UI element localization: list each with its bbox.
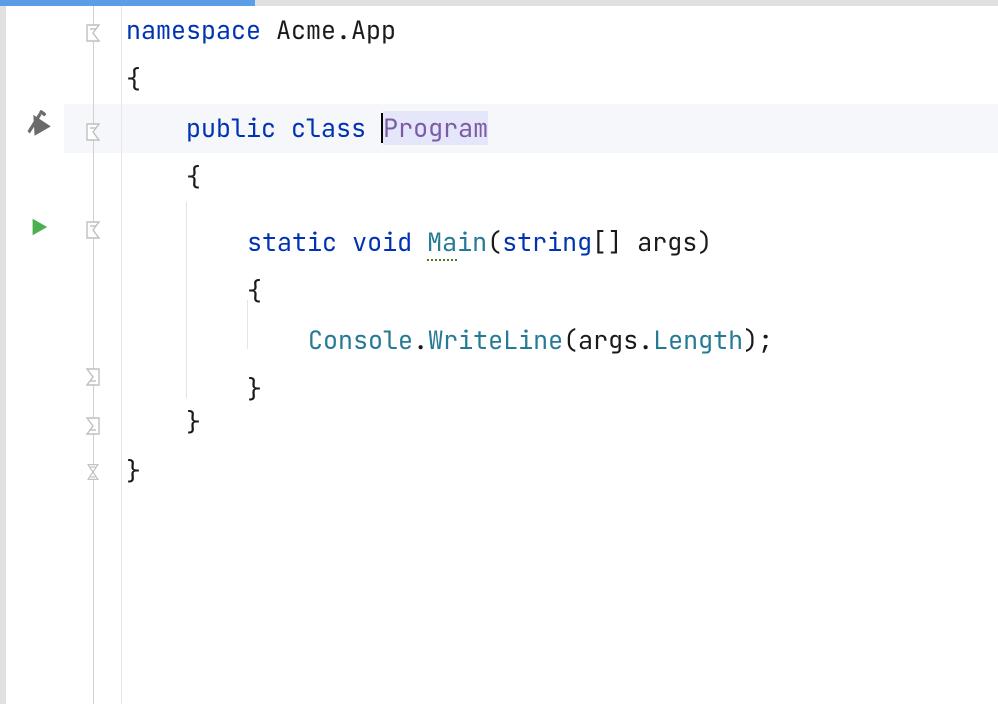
brace-close: } [126,454,141,488]
code-line[interactable]: namespace Acme.App [122,6,998,55]
fold-marker-open[interactable] [84,213,102,231]
code-line[interactable]: } [122,447,998,496]
keyword-public: public [186,111,276,145]
fold-marker-close[interactable] [84,360,102,378]
code-line[interactable]: static void Main(string[] args) [122,202,998,251]
fold-marker-close[interactable] [84,409,102,427]
code-line[interactable]: } [122,349,998,398]
fold-marker-open[interactable] [84,16,102,34]
brace-open: { [186,160,201,194]
build-icon[interactable] [24,109,52,145]
code-area[interactable]: namespace Acme.App { public class Progra… [122,6,998,704]
keyword-class: class [291,111,366,145]
code-line[interactable]: Console.WriteLine(args.Length); [122,300,998,349]
namespace-name: Acme.App [276,13,396,47]
brace-open: { [126,62,141,96]
fold-column [64,6,122,704]
editor-body: namespace Acme.App { public class Progra… [0,6,998,704]
gutter [6,6,64,704]
keyword-namespace: namespace [126,13,261,47]
fold-marker-open[interactable] [84,115,102,133]
code-line-current[interactable]: public class Program [122,104,998,153]
fold-marker-close-both[interactable] [84,455,102,473]
code-line[interactable]: { [122,55,998,104]
brace-close: } [186,405,201,439]
code-line[interactable]: } [122,398,998,447]
code-line[interactable]: { [122,153,998,202]
code-line[interactable]: { [122,251,998,300]
class-name: Program [383,111,488,145]
code-editor: namespace Acme.App { public class Progra… [0,0,998,704]
run-icon[interactable] [28,212,50,246]
fold-line [93,6,94,704]
